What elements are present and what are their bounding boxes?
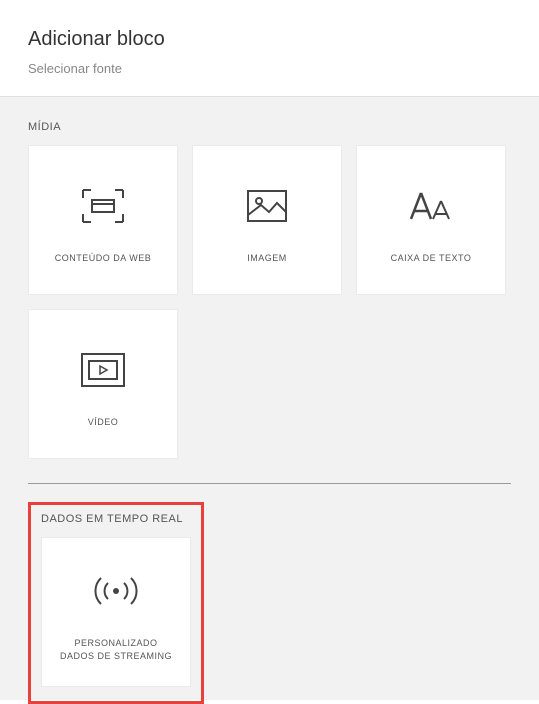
tile-label: PERSONALIZADO DADOS DE STREAMING [60,637,172,662]
dialog-header: Adicionar bloco Selecionar fonte [0,0,539,97]
tile-label: VÍDEO [88,416,119,429]
tile-label: CONTEÚDO DA WEB [55,252,152,265]
tile-text-box[interactable]: CAIXA DE TEXTO [356,145,506,295]
web-content-icon [81,176,125,236]
text-box-icon [408,176,454,236]
section-divider [28,483,511,484]
tile-label-line2: DADOS DE STREAMING [60,651,172,661]
video-icon [81,340,125,400]
tile-label-line1: PERSONALIZADO [74,638,157,648]
tile-image[interactable]: IMAGEM [192,145,342,295]
image-icon [247,176,287,236]
tile-video[interactable]: VÍDEO [28,309,178,459]
streaming-icon [90,561,142,621]
section-label-realtime: DADOS EM TEMPO REAL [41,513,191,525]
tile-label: CAIXA DE TEXTO [391,252,472,265]
dialog-content: MÍDIA CONTEÚDO DA WEB [0,97,539,700]
dialog-title: Adicionar bloco [28,28,511,51]
tile-web-content[interactable]: CONTEÚDO DA WEB [28,145,178,295]
realtime-highlighted-section: DADOS EM TEMPO REAL PERSONALIZADO DADOS … [28,502,204,704]
media-tile-grid: CONTEÚDO DA WEB IMAGEM CAIXA DE TEXTO [28,145,511,459]
section-label-media: MÍDIA [28,121,511,133]
dialog-subtitle: Selecionar fonte [28,61,511,76]
tile-label: IMAGEM [247,252,287,265]
tile-streaming-data[interactable]: PERSONALIZADO DADOS DE STREAMING [41,537,191,687]
